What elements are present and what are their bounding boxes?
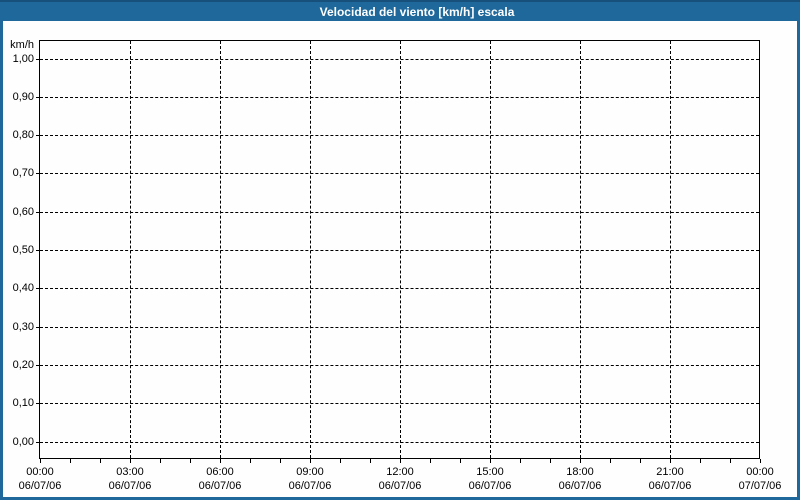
- x-tick: [400, 459, 401, 463]
- y-tick-label: 0,00: [0, 435, 34, 449]
- y-tick: [36, 97, 39, 98]
- x-tick: [40, 459, 41, 463]
- y-tick: [36, 327, 39, 328]
- x-tick: [280, 459, 281, 463]
- x-tick: [610, 459, 611, 463]
- chart-window: Velocidad del viento [km/h] escala km/h …: [0, 0, 800, 500]
- x-tick-time-label: 03:00: [88, 466, 172, 479]
- x-tick-time-label: 12:00: [358, 466, 442, 479]
- x-tick-date-label: 06/07/06: [538, 480, 622, 493]
- y-tick-label: 0,10: [0, 396, 34, 410]
- y-tick-label: 0,80: [0, 128, 34, 142]
- y-tick-label: 0,50: [0, 243, 34, 257]
- x-tick-date-label: 06/07/06: [628, 480, 712, 493]
- x-tick: [550, 459, 551, 463]
- y-tick-label: 0,90: [0, 90, 34, 104]
- x-tick-time-label: 09:00: [268, 466, 352, 479]
- x-tick: [70, 459, 71, 463]
- x-tick: [310, 459, 311, 463]
- y-tick-label: 0,40: [0, 281, 34, 295]
- x-tick: [250, 459, 251, 463]
- x-tick-time-label: 06:00: [178, 466, 262, 479]
- x-gridline: [400, 41, 401, 458]
- x-gridline: [220, 41, 221, 458]
- x-tick: [190, 459, 191, 463]
- y-tick: [36, 288, 39, 289]
- x-tick-date-label: 06/07/06: [0, 480, 82, 493]
- x-tick: [700, 459, 701, 463]
- x-tick-time-label: 18:00: [538, 466, 622, 479]
- x-tick: [520, 459, 521, 463]
- y-tick-label: 0,60: [0, 205, 34, 219]
- y-tick-label: 0,20: [0, 358, 34, 372]
- x-tick: [160, 459, 161, 463]
- x-gridline: [490, 41, 491, 458]
- x-tick: [460, 459, 461, 463]
- y-tick-label: 0,30: [0, 320, 34, 334]
- y-tick: [36, 365, 39, 366]
- x-tick-time-label: 00:00: [0, 466, 82, 479]
- x-tick: [370, 459, 371, 463]
- x-tick: [130, 459, 131, 463]
- x-tick: [220, 459, 221, 463]
- y-tick: [36, 442, 39, 443]
- x-tick-date-label: 06/07/06: [448, 480, 532, 493]
- y-tick: [36, 403, 39, 404]
- x-tick: [760, 459, 761, 463]
- x-gridline: [310, 41, 311, 458]
- y-tick: [36, 135, 39, 136]
- y-tick: [36, 59, 39, 60]
- y-tick: [36, 173, 39, 174]
- x-tick: [670, 459, 671, 463]
- chart-title: Velocidad del viento [km/h] escala: [320, 5, 515, 19]
- x-tick-date-label: 06/07/06: [88, 480, 172, 493]
- x-tick: [580, 459, 581, 463]
- y-tick-label: 0,70: [0, 166, 34, 180]
- x-tick-date-label: 06/07/06: [178, 480, 262, 493]
- chart-titlebar: Velocidad del viento [km/h] escala: [0, 0, 800, 21]
- x-tick-time-label: 00:00: [718, 466, 800, 479]
- x-tick: [340, 459, 341, 463]
- x-gridline: [670, 41, 671, 458]
- x-gridline: [580, 41, 581, 458]
- x-tick-time-label: 21:00: [628, 466, 712, 479]
- y-tick: [36, 212, 39, 213]
- x-tick-date-label: 06/07/06: [358, 480, 442, 493]
- x-tick: [730, 459, 731, 463]
- x-tick: [430, 459, 431, 463]
- x-gridline: [130, 41, 131, 458]
- x-tick: [640, 459, 641, 463]
- x-tick-date-label: 06/07/06: [268, 480, 352, 493]
- y-tick: [36, 250, 39, 251]
- y-tick-label: 1,00: [0, 52, 34, 66]
- x-tick: [490, 459, 491, 463]
- x-tick-date-label: 07/07/06: [718, 480, 800, 493]
- y-axis-unit-label: km/h: [0, 38, 34, 52]
- x-tick-time-label: 15:00: [448, 466, 532, 479]
- x-tick: [100, 459, 101, 463]
